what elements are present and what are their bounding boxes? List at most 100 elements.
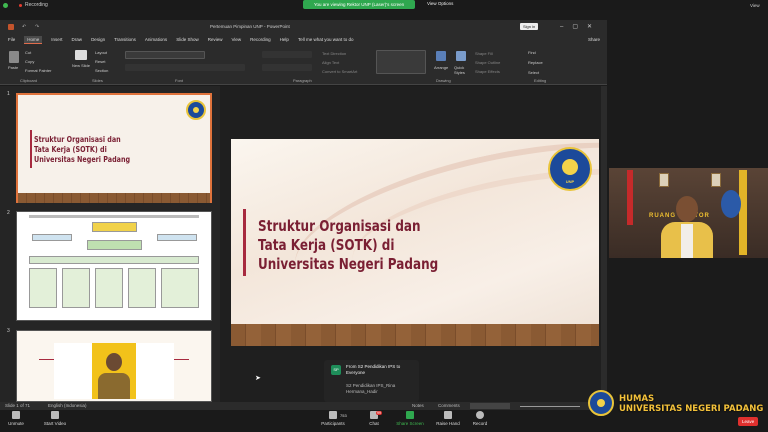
tab-draw[interactable]: Draw [72, 37, 83, 42]
language-status[interactable]: English (Indonesia) [48, 403, 87, 408]
drawing-group-label: Drawing [436, 78, 451, 83]
select-button[interactable]: Select [528, 70, 539, 75]
replace-button[interactable]: Replace [528, 60, 543, 65]
copy-button[interactable]: Copy [25, 59, 34, 64]
undo-icon[interactable]: ↶ [22, 24, 26, 30]
slides-group-label: Slides [92, 78, 103, 83]
current-slide[interactable]: Struktur Organisasi dan Tata Kerja (SOTK… [231, 139, 599, 346]
humas-watermark: HUMAS UNIVERSITAS NEGERI PADANG [619, 394, 764, 414]
format-painter-button[interactable]: Format Painter [25, 68, 51, 73]
chat-sender: From S2 Pendidikan IPS to Everyone [346, 364, 401, 375]
shield-icon [3, 3, 8, 8]
window-title: Pertemuan Pimpinan UNP - PowerPoint [210, 24, 290, 29]
slide-thumbnail-2[interactable] [16, 211, 212, 321]
editor-scrollbar[interactable] [601, 86, 607, 402]
shape-outline-button[interactable]: Shape Outline [475, 60, 500, 65]
unp-logo [186, 100, 206, 120]
section-button[interactable]: Section [95, 68, 108, 73]
leave-button[interactable]: Leave [738, 417, 759, 426]
participants-icon [329, 411, 337, 419]
unp-logo [588, 390, 614, 416]
tell-me-search[interactable]: Tell me what you want to do [298, 37, 354, 42]
layout-button[interactable]: Layout [95, 50, 107, 55]
microphone-icon [12, 411, 20, 419]
paste-icon[interactable] [9, 51, 19, 63]
notes-button[interactable]: Notes [412, 403, 424, 408]
slide-thumbnail-3[interactable] [16, 330, 212, 402]
new-slide-icon[interactable] [75, 50, 87, 60]
tab-view[interactable]: View [231, 37, 241, 42]
tab-file[interactable]: File [8, 37, 15, 42]
tab-transitions[interactable]: Transitions [114, 37, 136, 42]
tab-home[interactable]: Home [24, 35, 43, 44]
unmute-button[interactable]: Unmute [5, 411, 27, 426]
slide-title: Struktur Organisasi dan Tata Kerja (SOTK… [258, 217, 439, 273]
zoom-slider[interactable] [520, 406, 580, 407]
sign-in-button[interactable]: Sign in [520, 23, 539, 30]
alignment-buttons[interactable] [262, 64, 312, 71]
raise-hand-button[interactable]: Raise Hand [434, 411, 462, 426]
paste-button[interactable]: Paste [8, 65, 18, 70]
view-button[interactable]: View [750, 3, 760, 8]
view-options-button[interactable]: View Options [427, 1, 453, 6]
thumbnail-number: 2 [7, 210, 10, 216]
redo-icon[interactable]: ↷ [35, 24, 39, 30]
shape-fill-button[interactable]: Shape Fill [475, 51, 493, 56]
tab-review[interactable]: Review [208, 37, 223, 42]
list-buttons[interactable] [262, 51, 312, 58]
wooden-floor [231, 324, 599, 346]
record-icon [476, 411, 484, 419]
font-name-select[interactable] [125, 51, 205, 59]
tab-help[interactable]: Help [280, 37, 289, 42]
find-button[interactable]: Find [528, 50, 536, 55]
comments-button[interactable]: Comments [438, 403, 460, 408]
chat-message: S2 Pendidikan IPS_Rina Hermana_Hadir [346, 383, 396, 394]
paragraph-group-label: Paragraph [293, 78, 312, 83]
reset-button[interactable]: Reset [95, 59, 105, 64]
font-group-label: Font [175, 78, 184, 83]
align-text-button[interactable]: Align Text [322, 60, 339, 65]
recording-label: Recording [25, 2, 48, 8]
clipboard-group-label: Clipboard [20, 78, 38, 83]
tab-recording[interactable]: Recording [250, 37, 271, 42]
font-formatting-buttons[interactable] [125, 64, 245, 71]
thumbnail-number: 1 [7, 91, 10, 97]
arrange-icon[interactable] [436, 51, 446, 61]
shapes-gallery[interactable] [376, 50, 426, 74]
quick-styles-icon[interactable] [456, 51, 466, 61]
cut-button[interactable]: Cut [25, 50, 31, 55]
thumbnail-title: Struktur Organisasi dan Tata Kerja (SOTK… [34, 135, 131, 164]
autosave-icon [8, 24, 14, 30]
start-video-button[interactable]: Start Video [40, 411, 70, 426]
share-screen-icon [406, 411, 414, 419]
speaker-video: RUANG REKTOR [609, 168, 768, 258]
record-button[interactable]: Record [470, 411, 490, 426]
tab-animations[interactable]: Animations [145, 37, 167, 42]
ribbon-tabs: File Home Insert Draw Design Transitions… [0, 34, 607, 45]
status-bar [0, 402, 607, 410]
share-screen-button[interactable]: Share Screen [394, 411, 426, 426]
recording-icon [19, 4, 22, 7]
tab-insert[interactable]: Insert [51, 37, 62, 42]
chat-badge: 99 [376, 411, 382, 415]
arrange-button[interactable]: Arrange [434, 65, 448, 70]
text-direction-button[interactable]: Text Direction [322, 51, 346, 56]
title-accent-bar [243, 209, 246, 276]
slide-thumbnail-1[interactable]: Struktur Organisasi dan Tata Kerja (SOTK… [16, 93, 212, 203]
window-controls[interactable]: –▢✕ [560, 23, 601, 30]
quick-styles-button[interactable]: Quick Styles [454, 65, 470, 75]
new-slide-button[interactable]: New Slide [71, 63, 91, 68]
share-button[interactable]: Share [588, 37, 600, 42]
editing-group-label: Editing [534, 78, 547, 83]
thumbnail-number: 3 [7, 328, 10, 334]
viewing-banner: You are viewing Rektor UNP (Laser)'s scr… [303, 0, 415, 9]
tab-design[interactable]: Design [91, 37, 105, 42]
shape-effects-button[interactable]: Shape Effects [475, 69, 500, 74]
tab-slide-show[interactable]: Slide Show [176, 37, 199, 42]
view-mode-buttons[interactable] [470, 403, 510, 409]
convert-smartart-button[interactable]: Convert to SmartArt [322, 69, 357, 74]
portrait-photo [92, 343, 136, 399]
hand-icon [444, 411, 452, 419]
slide-counter: Slide 1 of 71 [5, 403, 31, 408]
camera-icon [51, 411, 59, 419]
